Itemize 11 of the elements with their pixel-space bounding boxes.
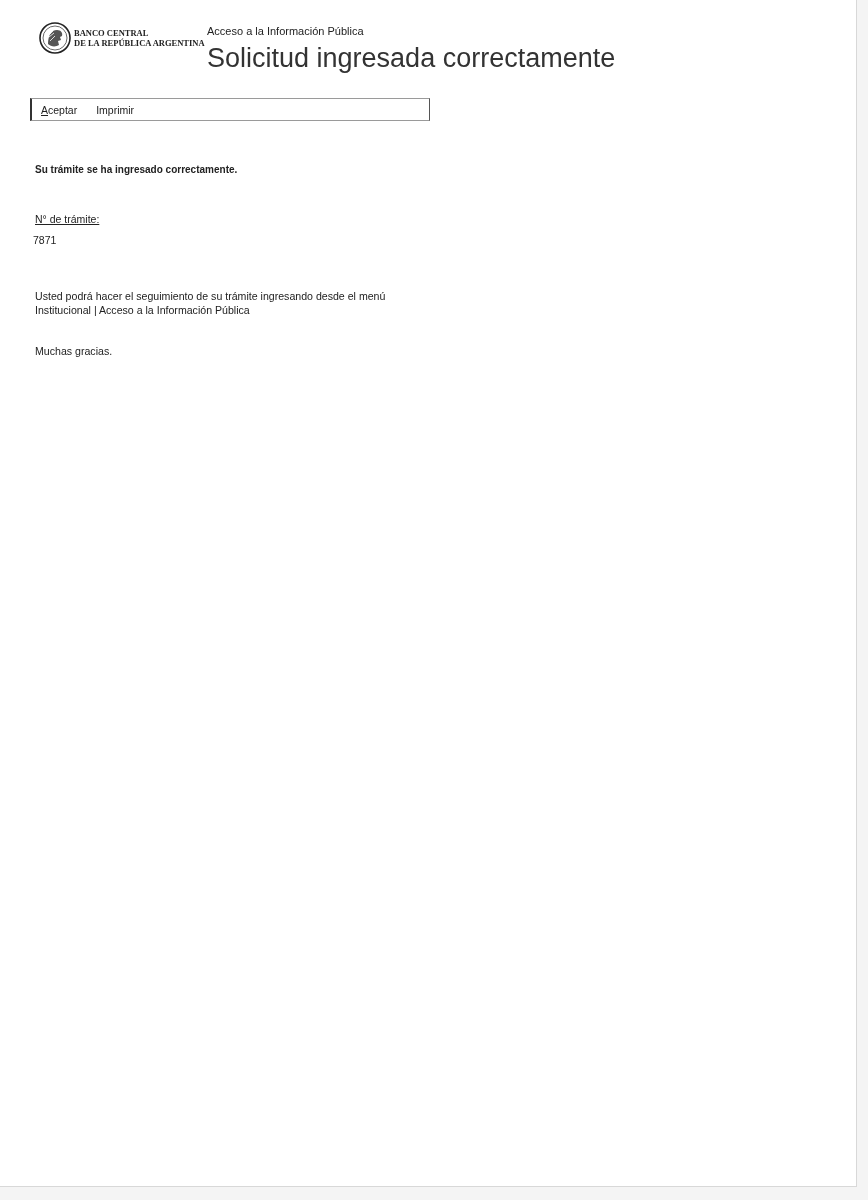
toolbar-button[interactable]: Imprimir (96, 102, 135, 117)
confirmation-message: Su trámite se ha ingresado correctamente. (35, 163, 238, 177)
bank-name: BANCO CENTRAL DE LA REPÚBLICA ARGENTINA (74, 28, 205, 48)
instructions-text: Usted podrá hacer el seguimiento de su trámite ingresando desde el menú Institucional | Acceso a la Información Pública (35, 289, 386, 317)
closing-text: Muchas gracias. (35, 344, 113, 358)
field-label: N° de trámite: (35, 212, 100, 226)
request-number: 7871 (33, 233, 57, 247)
emblem-icon (39, 22, 71, 54)
page-title: Solicitud ingresada correctamente (207, 43, 616, 73)
section-heading: Acceso a la Información Pública (207, 24, 365, 38)
toolbar-button[interactable]: Aceptar (41, 102, 78, 117)
